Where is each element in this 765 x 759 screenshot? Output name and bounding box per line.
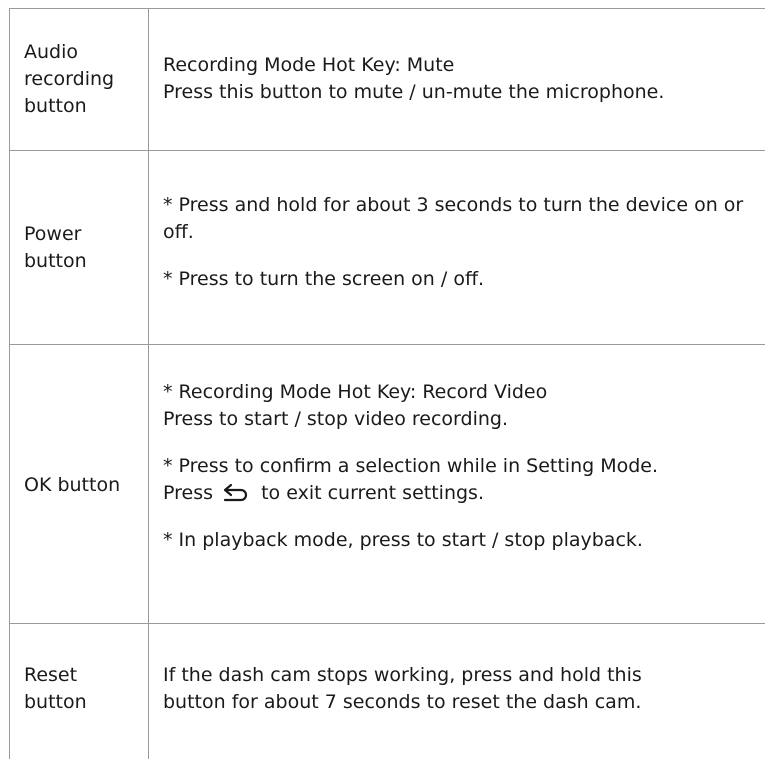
row-description-audio-recording-button: Recording Mode Hot Key: Mute Press this … — [163, 52, 758, 106]
description-line: button for about 7 seconds to reset the … — [163, 691, 642, 713]
row-divider — [9, 344, 765, 345]
row-description-reset-button: If the dash cam stops working, press and… — [163, 662, 758, 716]
table-left-border — [9, 8, 10, 759]
description-line: Recording Mode Hot Key: Mute — [163, 54, 455, 76]
row-label-ok-button: OK button — [24, 472, 142, 499]
label-text: Power button — [24, 223, 87, 272]
description-line: Press to start / stop video recording. — [163, 408, 509, 430]
description-line: If the dash cam stops working, press and… — [163, 664, 642, 686]
row-label-audio-recording-button: Audio recording button — [24, 39, 142, 120]
description-line: * In playback mode, press to start / sto… — [163, 529, 643, 551]
description-line: * Press to confirm a selection while in … — [163, 455, 659, 477]
row-divider — [9, 150, 765, 151]
row-divider — [9, 623, 765, 624]
column-divider — [148, 8, 149, 759]
description-line-with-icon: Press to exit current settings. — [163, 480, 758, 507]
row-label-power-button: Power button — [24, 221, 142, 275]
description-line: * Recording Mode Hot Key: Record Video — [163, 381, 548, 403]
row-label-reset-button: Reset button — [24, 662, 142, 716]
label-text: Audio recording button — [24, 41, 115, 117]
description-paragraph: * Press and hold for about 3 seconds to … — [163, 194, 744, 243]
description-line: Press this button to mute / un-mute the … — [163, 81, 665, 103]
back-arrow-icon — [223, 483, 248, 502]
button-function-table: Audio recording button Recording Mode Ho… — [0, 0, 765, 759]
label-text: OK button — [24, 474, 121, 496]
row-description-ok-button: * Recording Mode Hot Key: Record Video P… — [163, 379, 758, 554]
description-text: Press — [163, 482, 214, 504]
row-description-power-button: * Press and hold for about 3 seconds to … — [163, 192, 758, 293]
table-top-border — [9, 8, 765, 9]
label-text: Reset button — [24, 664, 87, 713]
description-text: to exit current settings. — [261, 482, 484, 504]
description-paragraph: * Press to turn the screen on / off. — [163, 268, 485, 290]
